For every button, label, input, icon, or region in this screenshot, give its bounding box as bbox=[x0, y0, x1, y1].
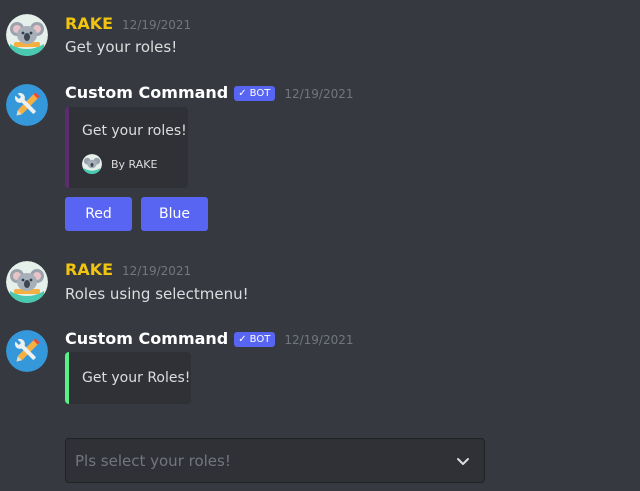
bot-tag-label: BOT bbox=[249, 88, 271, 99]
embed-footer-text: By RAKE bbox=[111, 157, 158, 171]
message-author[interactable]: RAKE bbox=[65, 260, 113, 279]
embed: Get your roles! By RAKE bbox=[65, 107, 188, 188]
message-author[interactable]: Custom Command bbox=[65, 329, 228, 348]
embed: Get your Roles! bbox=[65, 352, 191, 404]
wrench-pencil-icon[interactable] bbox=[6, 84, 48, 126]
blue-button[interactable]: Blue bbox=[141, 197, 208, 231]
koala-avatar-icon bbox=[82, 154, 102, 174]
red-button[interactable]: Red bbox=[65, 197, 132, 231]
bot-tag: ✓ BOT bbox=[234, 332, 276, 347]
check-icon: ✓ bbox=[238, 334, 247, 345]
koala-avatar-icon[interactable] bbox=[6, 261, 48, 303]
wrench-pencil-icon[interactable] bbox=[6, 330, 48, 372]
embed-footer: By RAKE bbox=[82, 154, 157, 174]
message-bot-1: Custom Command ✓ BOT 12/19/2021 Get your… bbox=[0, 70, 640, 240]
message-author[interactable]: RAKE bbox=[65, 14, 113, 33]
embed-description: Get your Roles! bbox=[82, 370, 191, 386]
embed-description: Get your roles! bbox=[82, 123, 187, 139]
bot-tag: ✓ BOT bbox=[234, 86, 276, 101]
message-timestamp: 12/19/2021 bbox=[122, 18, 192, 32]
message-timestamp: 12/19/2021 bbox=[284, 87, 354, 101]
message-author[interactable]: Custom Command bbox=[65, 83, 228, 102]
message-timestamp: 12/19/2021 bbox=[122, 264, 192, 278]
check-icon: ✓ bbox=[238, 88, 247, 99]
role-select-menu[interactable]: Pls select your roles! bbox=[65, 438, 485, 483]
message-timestamp: 12/19/2021 bbox=[284, 333, 354, 347]
koala-avatar-icon[interactable] bbox=[6, 14, 48, 56]
message-content: Roles using selectmenu! bbox=[65, 285, 249, 303]
select-placeholder: Pls select your roles! bbox=[75, 452, 231, 470]
message-rake-1: RAKE 12/19/2021 Get your roles! bbox=[0, 0, 640, 70]
message-content: Get your roles! bbox=[65, 38, 178, 56]
bot-tag-label: BOT bbox=[249, 334, 271, 345]
chevron-down-icon[interactable] bbox=[456, 453, 470, 467]
message-rake-2: RAKE 12/19/2021 Roles using selectmenu! bbox=[0, 247, 640, 317]
chat-log: RAKE 12/19/2021 Get your roles! Custom C… bbox=[0, 0, 640, 491]
